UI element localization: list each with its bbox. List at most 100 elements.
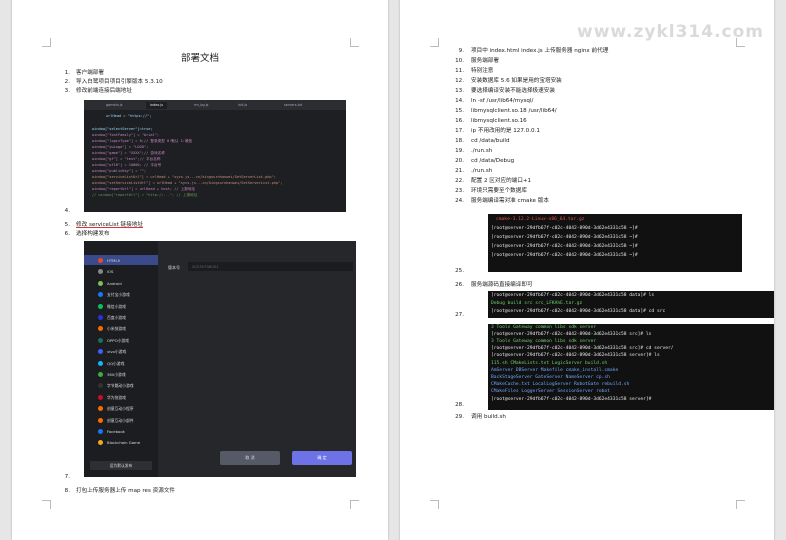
terminal-line: Debug build src src_LFKAhE.tar.gz	[491, 301, 583, 306]
crop-mark	[736, 500, 745, 509]
platform-label: QQ小游戏	[107, 360, 125, 366]
platform-icon	[98, 406, 103, 412]
list-item: 24. 服务端编译需对准 cmake 版本	[455, 198, 549, 204]
list-item: 22. 配置 2 区对应的端口+1	[455, 178, 532, 184]
terminal-line: [root@server-29dfb67f-c02c-4042-890d-3d6…	[491, 226, 638, 231]
platform-item[interactable]: iOS	[98, 269, 114, 275]
platform-item[interactable]: Blockchain Game	[98, 440, 141, 446]
crop-mark	[430, 38, 439, 47]
platform-item[interactable]: 华为快游戏	[98, 394, 126, 401]
document-page-right: www.zykl314.com cmake-3.12.2-Linux-x86_6…	[400, 0, 774, 540]
platform-icon	[98, 315, 103, 320]
list-item: 21. ./run.sh	[455, 168, 493, 174]
terminal-screenshot-server: 3 Tools Gateway common libs sdk server […	[488, 324, 774, 410]
code-line: window["publicKey"] = "";	[92, 169, 147, 173]
terminal-line: BackStageServer GateServer NameServer cp…	[491, 375, 610, 380]
platform-label: 创意互动小程序	[107, 406, 134, 412]
editor-tab-bar: gameIn.js index.js rm_bg.js init.js serv…	[84, 100, 346, 110]
editor-tab: init.js	[238, 103, 248, 107]
platform-item[interactable]: Facebook	[98, 429, 125, 434]
list-item: 20. cd /data/Debug	[455, 158, 515, 164]
code-line: urlHead = "https://";	[106, 114, 152, 118]
terminal-line: cmake-3.12.2-Linux-x86_64.tar.gz	[496, 217, 585, 222]
list-item: 25.	[455, 268, 464, 274]
platform-label: 华为快游戏	[107, 394, 126, 400]
platform-item[interactable]: HTML5	[98, 258, 120, 263]
crop-mark	[42, 38, 51, 47]
platform-label: 支付宝小游戏	[107, 292, 130, 298]
platform-item[interactable]: 支付宝小游戏	[98, 292, 130, 298]
platform-icon	[98, 394, 103, 400]
page-title: 部署文档	[180, 53, 219, 64]
platform-item[interactable]: vivo小游戏	[98, 349, 126, 355]
terminal-line: [root@server-29dfb67f-c02c-4042-890d-3d6…	[491, 235, 638, 240]
code-line: window["reportUrl"] = urlHead + host; //…	[92, 187, 196, 191]
code-line: window["setServiceListUrl"] = urlHead + …	[92, 181, 283, 185]
platform-item[interactable]: 字节跳动小游戏	[98, 383, 134, 389]
code-line: window["game"] = "XXXX";// 游戏名称	[92, 151, 165, 155]
crop-mark	[42, 500, 51, 509]
list-item: 2. 导入白鹭项目项目引擎版本 5.3.10	[64, 79, 163, 85]
platform-label: OPPO小游戏	[107, 337, 129, 343]
terminal-line: [root@server-29dfb67f-c02c-4042-890d-3d6…	[491, 346, 674, 351]
list-item: 8. 打包上传服务器上传 map res 资源文件	[64, 488, 176, 494]
platform-item[interactable]: 360小游戏	[98, 372, 126, 378]
list-item: 19. ./run.sh	[455, 148, 493, 154]
platform-label: Facebook	[107, 429, 125, 434]
terminal-line: [root@server-29dfb67f-c02c-4042-890d-3d6…	[491, 353, 660, 358]
crop-mark	[350, 500, 359, 509]
terminal-line: 3 Tools Gateway common libs sdk server	[491, 339, 597, 344]
watermark: www.zykl314.com	[576, 22, 764, 42]
version-input[interactable]: 20230706001	[188, 262, 353, 271]
platform-label: 创意互动小部件	[107, 417, 134, 423]
set-default-button[interactable]: 设为默认发布	[90, 461, 152, 470]
platform-label: 小米快游戏	[107, 326, 126, 332]
list-item: 5. 修改 serviceList 链接地址	[64, 222, 143, 228]
platform-icon	[98, 292, 103, 298]
platform-icon	[98, 349, 103, 355]
platform-icon	[98, 372, 103, 377]
platform-label: vivo小游戏	[107, 349, 127, 355]
selected-platform-highlight	[84, 255, 158, 265]
platform-icon	[98, 303, 103, 309]
cancel-button[interactable]: 取 消	[220, 451, 280, 465]
platform-label: iOS	[107, 269, 114, 275]
platform-item[interactable]: 微信小游戏	[98, 303, 126, 310]
platform-label: 360小游戏	[107, 372, 126, 377]
code-line: // window["reportUrl"] = "http://..."; /…	[92, 193, 198, 197]
platform-label: 字节跳动小游戏	[107, 383, 134, 389]
platform-item[interactable]: QQ小游戏	[98, 360, 125, 367]
list-item: 15. libmysqlclient.so.18 /usr/lib64/	[455, 108, 557, 114]
code-editor-screenshot: gameIn.js index.js rm_bg.js init.js serv…	[84, 100, 346, 212]
terminal-line: [root@server-29dfb67f-c02c-4042-890d-3d6…	[491, 332, 652, 337]
code-line: window["ywLogo"] = "LOGO";	[92, 145, 149, 149]
list-item: 27.	[455, 312, 464, 318]
platform-item[interactable]: OPPO小游戏	[98, 337, 129, 344]
list-item: 9. 项目中 index.html index.js 上传服务器 nginx 前代…	[458, 48, 609, 54]
list-item: 18. cd /data/build	[455, 138, 510, 144]
platform-item[interactable]: 小米快游戏	[98, 326, 126, 332]
code-line: window["serviceListUrl"] = urlHead + "sy…	[92, 175, 276, 179]
terminal-line: 115.sh CMakeLists.txt LogicServer build.…	[491, 361, 608, 366]
platform-item[interactable]: 创意互动小部件	[98, 417, 134, 424]
list-item: 12. 安装数据库 5.6 如果是用的宝塔安装	[455, 78, 562, 84]
publish-dialog-screenshot: 设为默认发布 版本号 20230706001 取 消 确 定 HTML5 iOS A…	[84, 241, 356, 477]
platform-label: HTML5	[107, 258, 120, 263]
terminal-line: [root@server-29dfb67f-c02c-4042-890d-3d6…	[491, 293, 655, 298]
platform-label: Blockchain Game	[107, 440, 141, 446]
platform-item[interactable]: 百度小游戏	[98, 315, 126, 321]
confirm-button[interactable]: 确 定	[292, 451, 352, 465]
list-item: 3. 修改前端连接后端地址	[64, 88, 132, 94]
platform-item[interactable]: Android	[98, 280, 122, 286]
list-item: 4.	[64, 208, 70, 214]
list-item: 11. 特别注意	[455, 68, 494, 74]
list-item: 7.	[64, 474, 70, 480]
version-label: 版本号	[168, 265, 180, 270]
code-line: window["loginType"] = 0;// 登录类型 0:默认 1:微…	[92, 139, 193, 143]
editor-tab: gameIn.js	[106, 103, 123, 107]
platform-icon	[98, 360, 103, 366]
list-item: 26. 服务端源码直接编译即可	[455, 282, 533, 288]
editor-tab: index.js	[146, 102, 168, 109]
platform-icon	[98, 269, 103, 275]
platform-item[interactable]: 创意互动小程序	[98, 406, 134, 412]
